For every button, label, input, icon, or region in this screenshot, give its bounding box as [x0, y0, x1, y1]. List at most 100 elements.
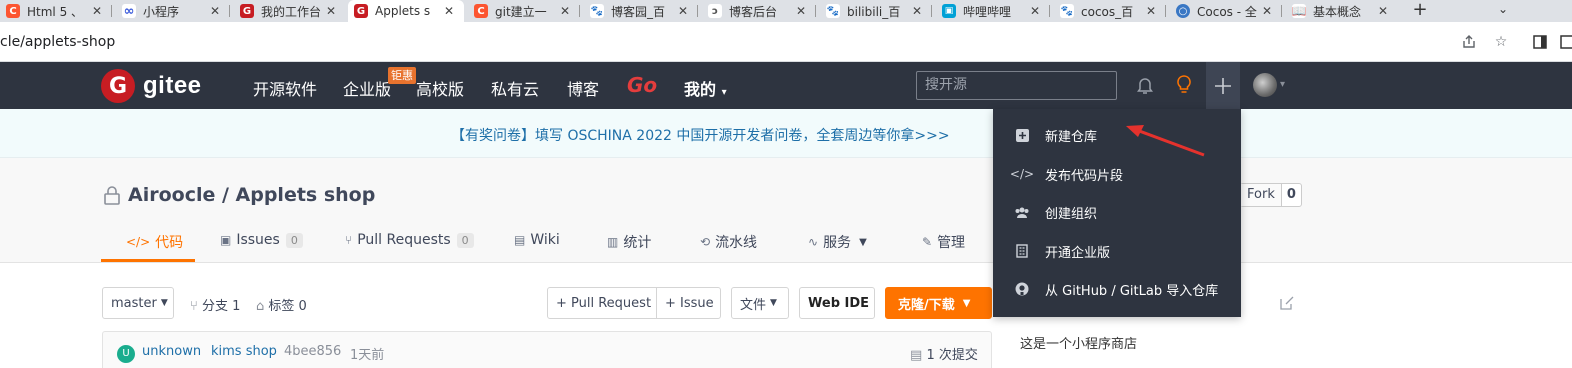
close-icon[interactable]: ✕ [794, 4, 808, 18]
url-field[interactable]: cle/applets-shop [0, 34, 115, 50]
caret-down-icon[interactable]: ▾ [1280, 79, 1285, 90]
tab-wiki[interactable]: ▤ Wiki [514, 232, 560, 248]
edit-icon: ✎ [922, 235, 933, 249]
branch-select[interactable]: master ▼ [102, 287, 174, 319]
file-menu-button[interactable]: 文件 ▼ [731, 287, 789, 319]
tag-icon: ⌂ [256, 299, 265, 314]
browser-tab[interactable]: C git建立一 ✕ [468, 0, 580, 22]
commit-count-link[interactable]: ▤ 1 次提交 [910, 344, 978, 363]
clone-download-button[interactable]: 克隆/下载 ▼ [885, 287, 992, 319]
menu-item-new-repo[interactable]: 新建仓库 [993, 116, 1241, 154]
browser-tab[interactable]: ↄ 博客后台 ✕ [702, 0, 816, 22]
close-icon[interactable]: ✕ [1376, 4, 1390, 18]
browser-tab[interactable]: 📖 基本概念 ✕ [1286, 0, 1398, 22]
menu-item-import-repo[interactable]: 从 GitHub / GitLab 导入仓库 [993, 270, 1241, 308]
browser-tab[interactable]: 🐾 cocos_百 ✕ [1054, 0, 1166, 22]
tab-pipeline[interactable]: ⟲ 流水线 [700, 232, 757, 252]
baidu-icon: 🐾 [590, 4, 604, 18]
chevron-down-icon[interactable]: ⌄ [1498, 2, 1508, 16]
new-issue-button[interactable]: + Issue [656, 287, 721, 319]
star-icon[interactable]: ☆ [1492, 33, 1510, 51]
count-badge: 0 [456, 232, 474, 248]
tab-stats[interactable]: ▥ 统计 [607, 232, 651, 252]
nav-open-source[interactable]: 开源软件 [253, 76, 317, 100]
close-icon[interactable]: ✕ [676, 4, 690, 18]
address-bar: cle/applets-shop ☆ [0, 22, 1572, 62]
menu-item-label: 创建组织 [1045, 206, 1098, 222]
side-panel-icon[interactable] [1531, 33, 1549, 51]
nav-education[interactable]: 高校版 [416, 76, 464, 100]
promo-badge: 钜惠 [388, 67, 416, 84]
menu-item-new-snippet[interactable]: </> 发布代码片段 [993, 155, 1241, 193]
close-icon[interactable]: ✕ [1144, 4, 1158, 18]
nav-go[interactable]: Go [627, 73, 657, 97]
cnblogs-icon: ↄ [708, 4, 722, 18]
nav-enterprise[interactable]: 企业版 [343, 76, 391, 100]
close-icon[interactable]: ✕ [910, 4, 924, 18]
commit-author[interactable]: unknown [142, 344, 201, 359]
new-pull-request-button[interactable]: + Pull Request [547, 287, 657, 319]
nav-mine[interactable]: 我的 ▾ [684, 76, 727, 100]
code-icon: </> [1009, 167, 1035, 181]
nav-blog[interactable]: 博客 [567, 76, 599, 100]
close-icon[interactable]: ✕ [90, 4, 104, 18]
pipeline-icon: ⟲ [700, 235, 711, 249]
repo-title-text[interactable]: Airoocle / Applets shop [128, 184, 375, 206]
tab-title: 我的工作台 [261, 4, 322, 19]
tags-link[interactable]: ⌂ 标签 0 [256, 295, 307, 314]
lightbulb-icon[interactable] [1173, 74, 1195, 96]
tab-issues[interactable]: ▣ Issues 0 [220, 232, 303, 248]
commit-hash[interactable]: 4bee856 [284, 344, 341, 359]
close-icon[interactable]: ✕ [208, 4, 222, 18]
browser-tab[interactable]: ○ Cocos - 全 ✕ [1170, 0, 1282, 22]
branches-link[interactable]: ⑂ 分支 1 [190, 295, 240, 314]
tags-count: 标签 0 [268, 299, 307, 314]
active-tab-underline [101, 259, 195, 262]
commit-time: 1天前 [350, 348, 385, 363]
tab-label: 统计 [623, 235, 652, 251]
menu-item-label: 新建仓库 [1045, 129, 1098, 145]
close-icon[interactable]: ✕ [558, 4, 572, 18]
commit-message[interactable]: kims shop [211, 344, 277, 359]
browser-tab[interactable]: ▣ 哔哩哔哩 ✕ [936, 0, 1050, 22]
tab-manage[interactable]: ✎ 管理 [922, 232, 965, 252]
avatar[interactable] [1253, 73, 1277, 97]
branch-name: master [111, 295, 157, 311]
edit-icon[interactable] [1279, 295, 1295, 311]
link-icon: ∞ [122, 3, 136, 19]
menu-item-enterprise[interactable]: 开通企业版 [993, 232, 1241, 270]
tab-title: 博客后台 [729, 4, 778, 19]
baidu-icon: 🐾 [1060, 4, 1074, 18]
nav-private-cloud[interactable]: 私有云 [491, 76, 539, 100]
browser-tab[interactable]: G 我的工作台 ✕ [234, 0, 346, 22]
new-tab-button[interactable]: + [1410, 0, 1430, 22]
close-icon[interactable]: ✕ [1028, 4, 1042, 18]
browser-tab[interactable]: C Html 5 、 ✕ [0, 0, 112, 22]
gitee-logo[interactable]: G gitee [101, 69, 202, 103]
browser-tab-active[interactable]: G Applets s ✕ [348, 0, 464, 22]
close-icon[interactable]: ✕ [1260, 4, 1274, 18]
menu-item-new-org[interactable]: 创建组织 [993, 193, 1241, 231]
tab-label: Pull Requests [357, 232, 451, 248]
close-icon[interactable]: ✕ [442, 4, 456, 18]
file-label: 文件 [740, 297, 767, 313]
tab-pull-requests[interactable]: ⑂ Pull Requests 0 [345, 232, 474, 248]
web-ide-button[interactable]: Web IDE [799, 287, 875, 319]
share-icon[interactable] [1460, 33, 1478, 51]
tab-services[interactable]: ∿ 服务 ▼ [808, 232, 867, 252]
book-icon: 📖 [1291, 4, 1307, 18]
browser-tab[interactable]: ∞ 小程序 ✕ [116, 0, 230, 22]
fork-button[interactable]: Fork 0 [1240, 183, 1302, 207]
tab-code[interactable]: </> 代码 [126, 232, 183, 252]
commits-icon: ▤ [910, 348, 923, 363]
extension-icon[interactable] [1558, 33, 1572, 51]
close-icon[interactable]: ✕ [324, 4, 338, 18]
caret-down-icon: ▼ [160, 298, 168, 308]
search-input[interactable]: 搜开源 [916, 71, 1117, 100]
browser-tab[interactable]: 🐾 bilibili_百 ✕ [820, 0, 932, 22]
announcement-link[interactable]: 【有奖问卷】填写 OSCHINA 2022 中国开源开发者问卷，全套周边等你拿>… [451, 125, 950, 145]
browser-tab[interactable]: 🐾 博客园_百 ✕ [584, 0, 698, 22]
create-menu-button[interactable] [1206, 62, 1240, 109]
plus-square-icon [1014, 127, 1030, 143]
bell-icon[interactable] [1134, 74, 1156, 96]
